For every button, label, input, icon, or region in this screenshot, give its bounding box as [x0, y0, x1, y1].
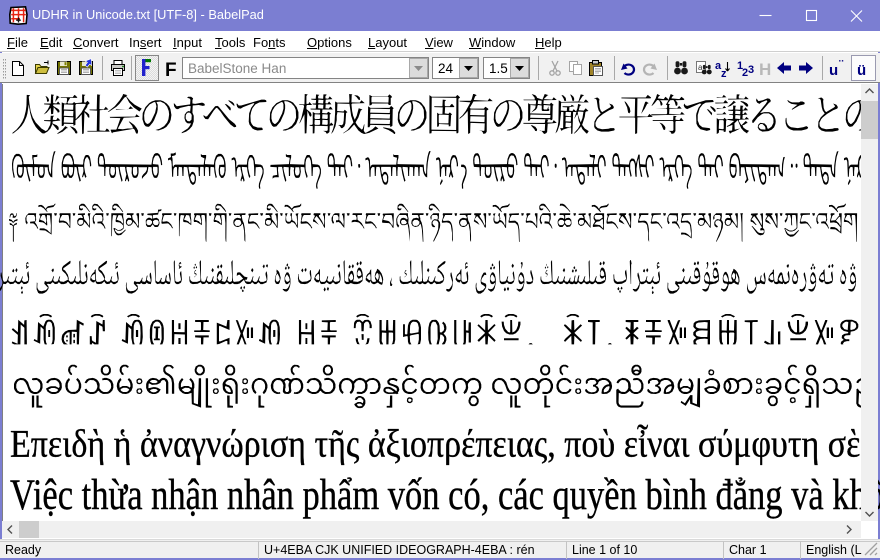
svg-text:¨: ¨ — [839, 57, 844, 72]
svg-text:ü: ü — [857, 62, 866, 79]
svg-text:F: F — [165, 60, 177, 81]
svg-text:24: 24 — [438, 61, 454, 76]
svg-text:u: u — [829, 62, 838, 79]
svg-text:H: H — [759, 60, 771, 79]
svg-text:1.5: 1.5 — [489, 61, 508, 76]
svg-text:3: 3 — [748, 64, 754, 76]
svg-text:BabelStone Han: BabelStone Han — [188, 61, 286, 76]
